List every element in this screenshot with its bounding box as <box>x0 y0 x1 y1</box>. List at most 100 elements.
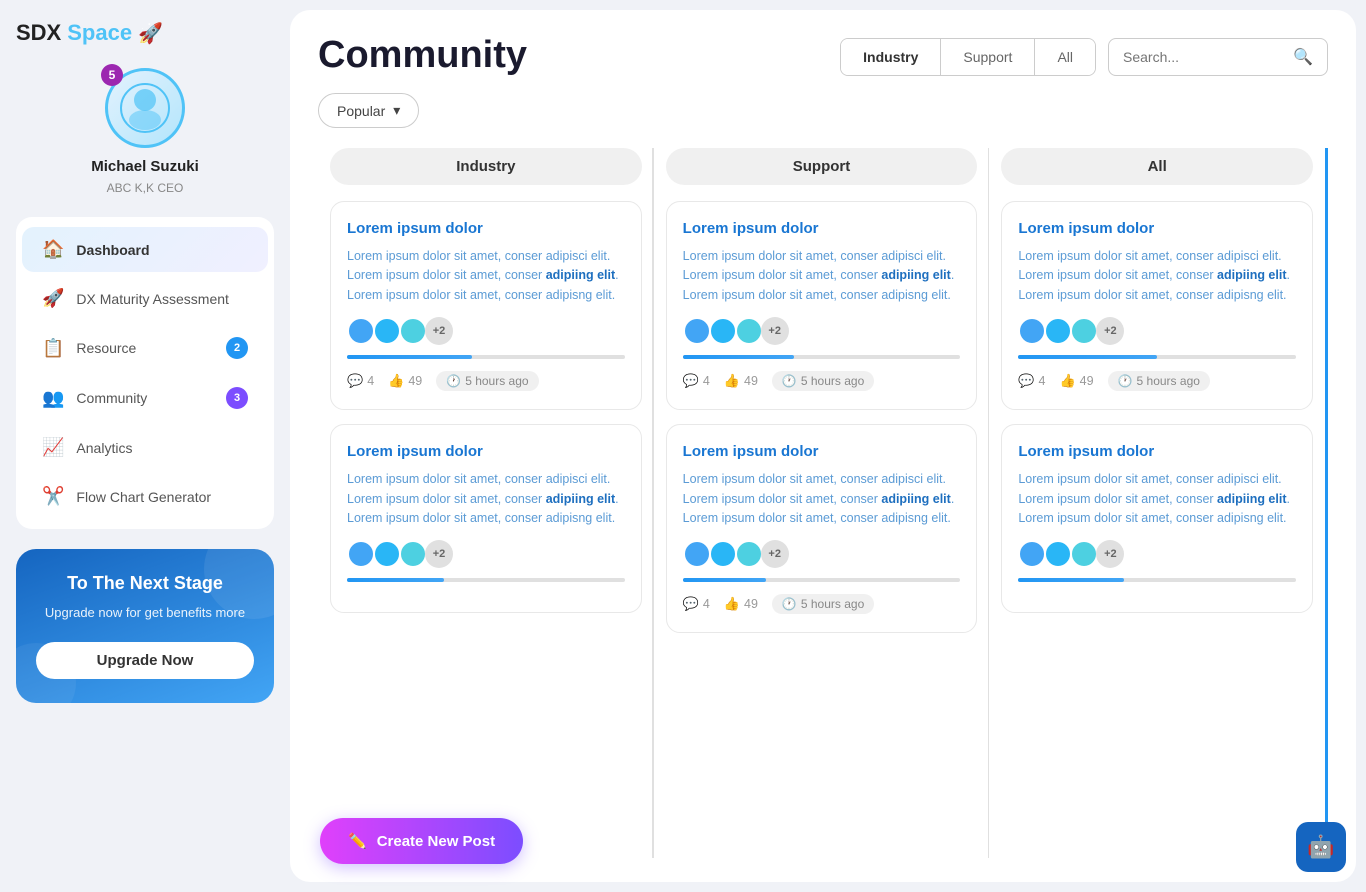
progress-bar-bg <box>347 355 625 359</box>
resource-icon: 📋 <box>42 338 64 359</box>
time-badge: 🕐 5 hours ago <box>772 594 874 614</box>
post-card: Lorem ipsum dolor Lorem ipsum dolor sit … <box>666 201 978 410</box>
time-badge: 🕐 5 hours ago <box>772 371 874 391</box>
comment-icon: 💬 <box>347 373 363 389</box>
comment-icon: 💬 <box>1018 373 1034 389</box>
post-title: Lorem ipsum dolor <box>683 220 961 237</box>
time-badge: 🕐 5 hours ago <box>436 371 538 391</box>
column-support: Support Lorem ipsum dolor Lorem ipsum do… <box>654 148 990 858</box>
tab-industry[interactable]: Industry <box>841 39 941 75</box>
avatar-group: +2 <box>347 317 625 345</box>
comment-count: 💬 4 <box>347 373 374 389</box>
chevron-down-icon: ▾ <box>393 102 400 119</box>
avatar-more: +2 <box>761 540 789 568</box>
search-icon: 🔍 <box>1293 47 1313 67</box>
comment-icon: 💬 <box>683 596 699 612</box>
sidebar-item-resource[interactable]: 📋 Resource 2 <box>22 325 268 371</box>
sidebar-item-dashboard[interactable]: 🏠 Dashboard <box>22 227 268 272</box>
tab-all[interactable]: All <box>1035 39 1095 75</box>
like-icon: 👍 <box>724 373 740 389</box>
mini-avatar <box>1070 540 1098 568</box>
chatbot-button[interactable]: 🤖 <box>1296 822 1346 872</box>
avatar-more: +2 <box>425 540 453 568</box>
like-value: 49 <box>1080 374 1094 388</box>
time-badge: 🕐 5 hours ago <box>1108 371 1210 391</box>
mini-avatar <box>709 317 737 345</box>
avatar-group: +2 <box>347 540 625 568</box>
post-body: Lorem ipsum dolor sit amet, conser adipi… <box>683 470 961 528</box>
sidebar-item-dx-maturity[interactable]: 🚀 DX Maturity Assessment <box>22 276 268 321</box>
filter-row: Popular ▾ <box>318 93 1328 128</box>
like-count: 👍 49 <box>724 373 758 389</box>
post-card: Lorem ipsum dolor Lorem ipsum dolor sit … <box>1001 424 1313 613</box>
tab-support[interactable]: Support <box>941 39 1035 75</box>
notification-badge: 5 <box>101 64 123 86</box>
post-card: Lorem ipsum dolor Lorem ipsum dolor sit … <box>330 424 642 613</box>
comment-value: 4 <box>703 597 710 611</box>
like-icon: 👍 <box>724 596 740 612</box>
mini-avatar <box>683 540 711 568</box>
sidebar-item-label: Dashboard <box>76 242 149 258</box>
mini-avatar <box>735 317 763 345</box>
like-count: 👍 49 <box>724 596 758 612</box>
mini-avatar <box>1044 540 1072 568</box>
post-body: Lorem ipsum dolor sit amet, conser adipi… <box>1018 247 1296 305</box>
profile-title: ABC K,K CEO <box>107 181 184 195</box>
columns-wrapper: Industry Lorem ipsum dolor Lorem ipsum d… <box>318 148 1328 858</box>
comment-icon: 💬 <box>683 373 699 389</box>
search-box: 🔍 <box>1108 38 1328 76</box>
post-title: Lorem ipsum dolor <box>347 220 625 237</box>
avatar-more: +2 <box>1096 317 1124 345</box>
mini-avatar <box>1018 540 1046 568</box>
page-title: Community <box>318 34 527 77</box>
home-icon: 🏠 <box>42 239 64 260</box>
mini-avatar <box>1070 317 1098 345</box>
chatbot-icon: 🤖 <box>1307 834 1334 860</box>
post-body: Lorem ipsum dolor sit amet, conser adipi… <box>347 247 625 305</box>
comment-count: 💬 4 <box>683 373 710 389</box>
avatar-group: +2 <box>1018 317 1296 345</box>
progress-bar-fill <box>1018 578 1124 582</box>
mini-avatar <box>347 317 375 345</box>
avatar-wrapper: 5 <box>105 68 185 148</box>
filter-dropdown[interactable]: Popular ▾ <box>318 93 419 128</box>
mini-avatar <box>683 317 711 345</box>
post-body: Lorem ipsum dolor sit amet, conser adipi… <box>1018 470 1296 528</box>
post-body: Lorem ipsum dolor sit amet, conser adipi… <box>683 247 961 305</box>
progress-bar-fill <box>347 355 472 359</box>
progress-bar-bg <box>347 578 625 582</box>
mini-avatar <box>1044 317 1072 345</box>
mini-avatar <box>1018 317 1046 345</box>
sidebar-item-label: Analytics <box>76 440 132 456</box>
mini-avatar <box>735 540 763 568</box>
post-title: Lorem ipsum dolor <box>347 443 625 460</box>
post-meta: 💬 4 👍 49 🕐 5 hours ago <box>683 371 961 391</box>
like-count: 👍 49 <box>1059 373 1093 389</box>
tab-group: Industry Support All <box>840 38 1096 76</box>
avatar-group: +2 <box>1018 540 1296 568</box>
flowchart-icon: ✂️ <box>42 486 64 507</box>
progress-bar-fill <box>683 355 794 359</box>
time-value: 5 hours ago <box>465 374 528 388</box>
search-input[interactable] <box>1123 49 1285 65</box>
clock-icon: 🕐 <box>1118 374 1133 388</box>
sidebar-item-community[interactable]: 👥 Community 3 <box>22 375 268 421</box>
sidebar-item-analytics[interactable]: 📈 Analytics <box>22 425 268 470</box>
avatar-more: +2 <box>425 317 453 345</box>
analytics-icon: 📈 <box>42 437 64 458</box>
create-new-post-button[interactable]: ✏️ Create New Post <box>320 818 523 864</box>
sidebar-item-label: Resource <box>76 340 136 356</box>
post-meta: 💬 4 👍 49 🕐 5 hours ago <box>1018 371 1296 391</box>
community-icon: 👥 <box>42 388 64 409</box>
mini-avatar <box>373 317 401 345</box>
upgrade-button[interactable]: Upgrade Now <box>36 642 254 679</box>
sidebar-item-flowchart[interactable]: ✂️ Flow Chart Generator <box>22 474 268 519</box>
create-post-label: Create New Post <box>377 833 495 850</box>
post-title: Lorem ipsum dolor <box>1018 443 1296 460</box>
like-icon: 👍 <box>388 373 404 389</box>
main-content: Community Industry Support All 🔍 Popular… <box>290 10 1356 882</box>
post-meta: 💬 4 👍 49 🕐 5 hours ago <box>347 371 625 391</box>
mini-avatar <box>373 540 401 568</box>
post-card: Lorem ipsum dolor Lorem ipsum dolor sit … <box>330 201 642 410</box>
sidebar-nav: 🏠 Dashboard 🚀 DX Maturity Assessment 📋 R… <box>16 217 274 529</box>
